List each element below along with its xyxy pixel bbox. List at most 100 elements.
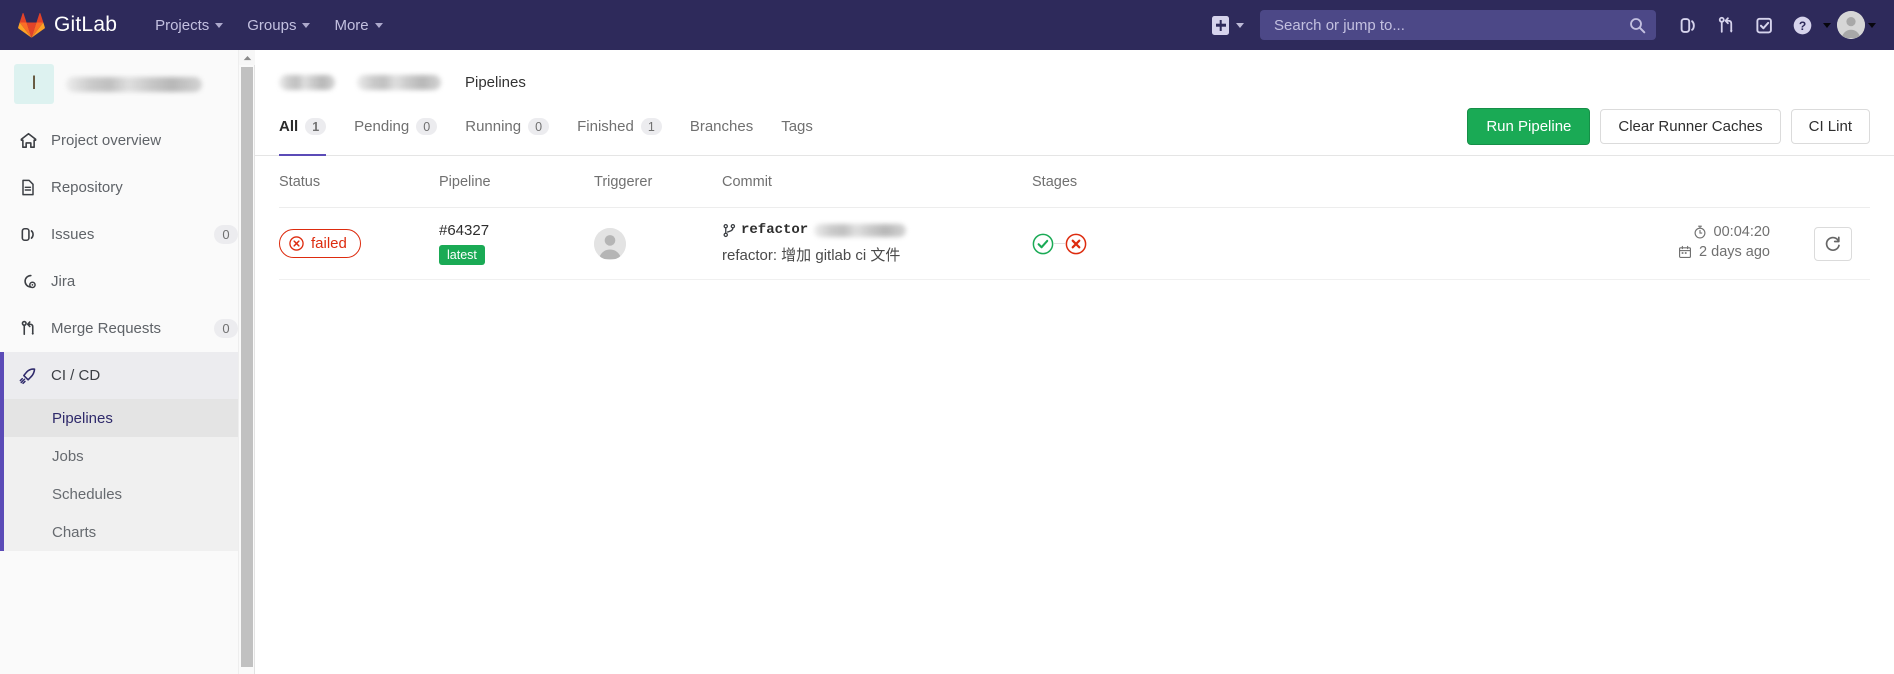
breadcrumb-current: Pipelines <box>465 73 526 91</box>
sidebar-item-jobs[interactable]: Jobs <box>0 437 254 475</box>
sidebar-scrollbar[interactable] <box>238 50 255 674</box>
run-pipeline-button[interactable]: Run Pipeline <box>1467 108 1591 145</box>
timer-icon <box>1694 225 1706 239</box>
nav-groups[interactable]: Groups <box>237 11 320 40</box>
breadcrumb: Pipelines <box>255 50 1894 98</box>
retry-pipeline-button[interactable] <box>1814 226 1852 261</box>
search-icon <box>1630 17 1646 33</box>
merge-request-icon <box>19 320 37 337</box>
sidebar-label-charts: Charts <box>52 523 97 541</box>
stages-list <box>1032 233 1262 255</box>
tab-pending-count: 0 <box>416 118 438 135</box>
rocket-icon <box>19 367 37 385</box>
gitlab-brand[interactable]: GitLab <box>18 12 117 38</box>
failed-x-circle-icon <box>289 236 304 251</box>
tab-all[interactable]: All 1 <box>279 98 340 156</box>
sidebar-item-issues[interactable]: Issues 0 <box>0 211 254 258</box>
nav-projects-label: Projects <box>155 16 210 34</box>
sidebar-item-jira[interactable]: Jira <box>0 258 254 305</box>
cell-stages <box>1032 233 1262 255</box>
sidebar-label-repository: Repository <box>51 179 123 196</box>
breadcrumb-project-redacted[interactable] <box>357 74 441 90</box>
column-header-triggerer: Triggerer <box>594 173 653 190</box>
sidebar-item-schedules[interactable]: Schedules <box>0 475 254 513</box>
sidebar-item-pipelines[interactable]: Pipelines <box>0 399 254 437</box>
retry-icon <box>1825 236 1840 251</box>
pipeline-tabs-row: All 1 Pending 0 Running 0 Finished 1 Bra… <box>255 98 1894 156</box>
sidebar-item-project-overview[interactable]: Project overview <box>0 117 254 164</box>
sidebar-item-merge-requests[interactable]: Merge Requests 0 <box>0 305 254 352</box>
tab-branches-label: Branches <box>689 118 754 135</box>
help-button[interactable]: ? <box>1784 7 1835 43</box>
tab-running-count: 0 <box>528 118 550 135</box>
status-badge[interactable]: failed <box>279 229 361 258</box>
new-item-button[interactable] <box>1204 10 1252 41</box>
chevron-down-icon <box>1236 22 1244 28</box>
stage-connector <box>1054 242 1065 245</box>
nav-groups-label: Groups <box>247 16 297 34</box>
sidebar-label-merge-requests: Merge Requests <box>51 320 162 337</box>
sidebar-item-repository[interactable]: Repository <box>0 164 254 211</box>
tab-branches[interactable]: Branches <box>676 98 767 155</box>
nav-projects[interactable]: Projects <box>145 11 233 40</box>
pipelines-table: Status Pipeline Triggerer Commit Stages … <box>255 156 1894 280</box>
merge-requests-button[interactable] <box>1708 7 1744 43</box>
tab-finished[interactable]: Finished 1 <box>563 98 676 155</box>
tab-tags-label: Tags <box>781 118 813 135</box>
project-sidebar: I Project overview Repository Issues 0 J… <box>0 50 255 674</box>
todos-button[interactable] <box>1746 7 1782 43</box>
pipeline-actions: Run Pipeline Clear Runner Caches CI Lint <box>1467 108 1870 155</box>
commit-message[interactable]: refactor: 增加 gitlab ci 文件 <box>722 244 1032 265</box>
issues-button[interactable] <box>1670 7 1706 43</box>
sidebar-label-issues: Issues <box>51 226 95 243</box>
sidebar-badge-issues: 0 <box>214 225 238 244</box>
finished-value: 2 days ago <box>1699 243 1770 260</box>
column-header-pipeline: Pipeline <box>439 173 491 190</box>
pipeline-id-link[interactable]: #64327 <box>439 222 594 239</box>
issues-icon <box>19 226 37 243</box>
breadcrumb-group-redacted[interactable] <box>279 74 335 90</box>
tab-pending[interactable]: Pending 0 <box>340 98 451 155</box>
scroll-up-arrow-icon[interactable] <box>239 50 255 65</box>
plus-square-icon <box>1212 15 1229 35</box>
merge-request-icon <box>1718 16 1733 33</box>
commit-sha-redacted[interactable] <box>814 223 907 237</box>
tab-all-label: All <box>279 118 299 135</box>
user-menu-button[interactable] <box>1837 11 1880 39</box>
branch-icon <box>723 223 736 237</box>
top-navbar: GitLab Projects Groups More Search or ju… <box>0 0 1894 50</box>
stage-check-circle-icon[interactable] <box>1032 233 1054 255</box>
sidebar-label-jobs: Jobs <box>52 447 84 465</box>
project-name-redacted <box>66 76 202 92</box>
ci-lint-button[interactable]: CI Lint <box>1790 109 1870 144</box>
triggerer-avatar[interactable] <box>594 227 626 260</box>
tab-tags[interactable]: Tags <box>767 98 827 155</box>
sidebar-item-ci-cd[interactable]: CI / CD <box>0 352 254 399</box>
nav-more[interactable]: More <box>324 11 392 40</box>
column-header-stages: Stages <box>1032 173 1078 190</box>
status-label: failed <box>311 235 347 252</box>
calendar-icon <box>1679 245 1692 258</box>
duration-line: 00:04:20 <box>1678 224 1770 240</box>
svg-text:?: ? <box>1798 19 1805 33</box>
sidebar-item-charts[interactable]: Charts <box>0 513 254 551</box>
clear-runner-caches-button[interactable]: Clear Runner Caches <box>1600 109 1781 144</box>
duration-value: 00:04:20 <box>1713 223 1770 240</box>
branch-name[interactable]: refactor <box>741 222 808 238</box>
navbar-right: Search or jump to... ? <box>1204 7 1880 43</box>
sidebar-project-header[interactable]: I <box>0 50 254 117</box>
main-content: Pipelines All 1 Pending 0 Running 0 Fini… <box>255 50 1894 674</box>
tab-all-count: 1 <box>305 118 327 135</box>
tab-running-label: Running <box>465 118 522 135</box>
stage-x-circle-icon[interactable] <box>1065 233 1087 255</box>
chevron-down-icon <box>1868 22 1876 28</box>
brand-name: GitLab <box>54 13 118 36</box>
search-input[interactable]: Search or jump to... <box>1260 10 1656 40</box>
cell-triggerer <box>594 227 722 260</box>
todo-checkbox-icon <box>1755 17 1772 33</box>
sidebar-scrollbar-thumb[interactable] <box>241 67 253 667</box>
sidebar-label-schedules: Schedules <box>52 485 123 503</box>
tab-running[interactable]: Running 0 <box>451 98 563 155</box>
project-avatar: I <box>14 64 54 104</box>
home-icon <box>19 132 37 149</box>
